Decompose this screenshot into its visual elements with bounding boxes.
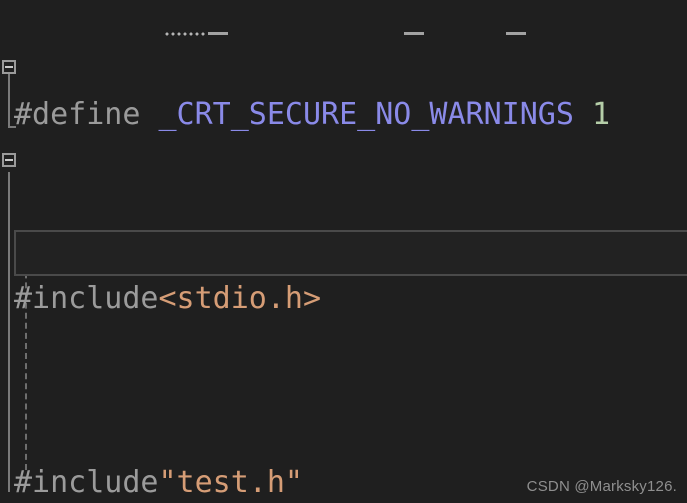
macro-underscore-mark — [404, 32, 424, 35]
code-line[interactable]: #include"test.h" — [14, 460, 610, 503]
suggestion-squiggle-icon[interactable] — [165, 31, 207, 37]
token-header-path: <stdio.h> — [158, 281, 322, 316]
code-line[interactable]: #define _CRT_SECURE_NO_WARNINGS 1 — [14, 92, 610, 138]
fold-region-line-main — [8, 172, 10, 492]
token-header-path: "test.h" — [158, 465, 304, 500]
token-preprocessor: #include — [14, 281, 159, 316]
macro-underscore-mark — [208, 32, 228, 35]
token-macro-identifier: _CRT_SECURE_NO_WARNINGS — [158, 97, 574, 132]
watermark: CSDN @Marksky126. — [526, 478, 677, 495]
token-number: 1 — [591, 97, 611, 132]
token-preprocessor: #define — [14, 97, 159, 132]
macro-underscore-mark — [506, 32, 526, 35]
code-line[interactable]: #include<stdio.h> — [14, 276, 610, 322]
token-preprocessor: #include — [14, 465, 159, 500]
code-content[interactable]: #define _CRT_SECURE_NO_WARNINGS 1 #inclu… — [14, 0, 610, 503]
code-editor[interactable]: #define _CRT_SECURE_NO_WARNINGS 1 #inclu… — [0, 0, 687, 503]
